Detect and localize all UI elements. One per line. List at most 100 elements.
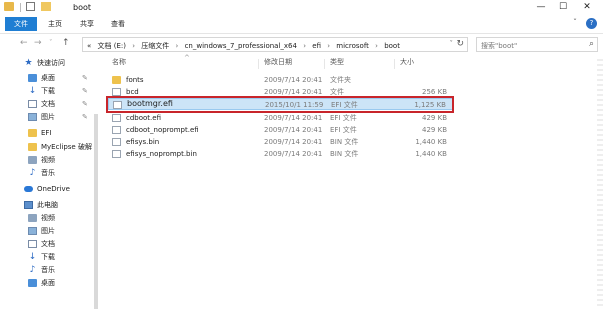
column-header-date[interactable]: 修改日期 — [264, 57, 292, 67]
sidebar-item[interactable]: ↓ 下载 ✎ — [0, 85, 100, 97]
column-divider[interactable] — [324, 59, 325, 69]
table-row[interactable]: efisys.bin 2009/7/14 20:41 BIN 文件 1,440 KB — [108, 136, 453, 148]
column-divider[interactable] — [258, 59, 259, 69]
address-bar[interactable]: « 文档 (E:) › 压缩文件 › cn_windows_7_professi… — [82, 37, 468, 52]
cloud-icon — [24, 186, 33, 192]
file-name: cdboot.efi — [126, 114, 161, 122]
new-folder-icon[interactable] — [41, 2, 51, 11]
back-button[interactable]: ← — [20, 38, 28, 48]
document-icon — [28, 240, 37, 248]
search-placeholder: 搜索"boot" — [481, 42, 518, 50]
sidebar-item-label: EFI — [41, 129, 52, 137]
column-divider[interactable] — [394, 59, 395, 69]
breadcrumb-drive-e[interactable]: 文档 (E:) — [98, 42, 126, 50]
sidebar-item[interactable]: 桌面 ✎ — [0, 72, 100, 84]
tab-file[interactable]: 文件 — [5, 17, 37, 31]
breadcrumb-separator[interactable]: › — [375, 42, 378, 50]
address-dropdown-icon[interactable]: ˇ — [450, 40, 454, 48]
breadcrumb-win7[interactable]: cn_windows_7_professional_x64 — [185, 42, 297, 50]
sidebar-item[interactable]: ↓ 下载 — [0, 251, 100, 263]
sidebar-item[interactable]: EFI — [0, 127, 100, 139]
pin-icon: ✎ — [82, 87, 88, 95]
table-row[interactable]: cdboot_noprompt.efi 2009/7/14 20:41 EFI 文件… — [108, 124, 453, 136]
sidebar-item-label: MyEclipse 破解 — [41, 143, 92, 151]
properties-icon[interactable] — [26, 2, 35, 11]
star-icon: ★ — [24, 58, 33, 68]
sidebar-item[interactable]: 图片 ✎ — [0, 111, 100, 123]
sidebar-item[interactable]: 文档 — [0, 238, 100, 250]
file-icon — [112, 126, 121, 134]
column-header-name[interactable]: 名称 — [112, 57, 126, 67]
folder-icon — [28, 129, 37, 137]
music-icon: ♪ — [29, 265, 36, 275]
title-bar: boot — ☐ ✕ — [0, 0, 603, 17]
sidebar-item-label: 桌面 — [41, 279, 55, 287]
tab-home[interactable]: 主页 — [48, 17, 62, 31]
sort-indicator-icon: ^ — [184, 54, 190, 62]
sidebar-item[interactable]: MyEclipse 破解 — [0, 141, 100, 153]
help-icon[interactable]: ? — [586, 18, 597, 29]
breadcrumb-overflow[interactable]: « — [87, 42, 91, 50]
search-icon[interactable]: ⌕ — [589, 39, 594, 49]
pin-icon: ✎ — [82, 113, 88, 121]
sidebar-item-label: 文档 — [41, 100, 55, 108]
search-input[interactable]: 搜索"boot" ⌕ — [476, 37, 598, 52]
sidebar-item[interactable]: 此电脑 — [0, 199, 100, 211]
file-icon — [112, 88, 121, 96]
file-date: 2009/7/14 20:41 — [264, 114, 323, 122]
breadcrumb-separator[interactable]: › — [132, 42, 135, 50]
sidebar-item-label: 下载 — [41, 87, 55, 95]
pc-icon — [24, 201, 33, 209]
file-icon — [112, 138, 121, 146]
breadcrumb-separator[interactable]: › — [303, 42, 306, 50]
sidebar-item[interactable]: OneDrive — [0, 183, 100, 195]
column-header-size[interactable]: 大小 — [400, 57, 414, 67]
sidebar-item[interactable]: 视频 — [0, 212, 100, 224]
sidebar-item[interactable]: ♪ 音乐 — [0, 264, 100, 276]
table-row[interactable]: efisys_noprompt.bin 2009/7/14 20:41 BIN 文件… — [108, 148, 453, 160]
recent-locations-button[interactable]: ˇ — [49, 39, 53, 47]
file-date: 2009/7/14 20:41 — [264, 126, 323, 134]
breadcrumb-compressed[interactable]: 压缩文件 — [141, 42, 169, 50]
breadcrumb-separator[interactable]: › — [176, 42, 179, 50]
sidebar-item-label: 视频 — [41, 156, 55, 164]
folder-icon — [112, 76, 121, 84]
file-date: 2009/7/14 20:41 — [264, 76, 323, 84]
close-button[interactable]: ✕ — [576, 0, 598, 15]
forward-button[interactable]: → — [34, 38, 42, 48]
sidebar-item[interactable]: ♪ 音乐 — [0, 167, 100, 179]
sidebar-item[interactable]: 桌面 — [0, 277, 100, 289]
up-button[interactable]: ↑ — [62, 38, 70, 48]
refresh-icon[interactable]: ↻ — [456, 39, 464, 49]
file-name: efisys_noprompt.bin — [126, 150, 197, 158]
desktop-icon — [28, 74, 37, 82]
file-icon — [112, 150, 121, 158]
file-type: BIN 文件 — [330, 150, 359, 158]
ribbon-expand-icon[interactable]: ˇ — [573, 18, 577, 27]
sidebar-item-label: 下载 — [41, 253, 55, 261]
tab-share[interactable]: 共享 — [80, 17, 94, 31]
minimize-button[interactable]: — — [530, 0, 552, 15]
breadcrumb-microsoft[interactable]: microsoft — [336, 42, 369, 50]
ribbon-tabs: 文件 主页 共享 查看 ˇ ? — [0, 17, 603, 33]
sidebar-item[interactable]: ★ 快速访问 — [0, 57, 100, 69]
address-row: ← → ˇ ↑ « 文档 (E:) › 压缩文件 › cn_windows_7_… — [0, 33, 603, 55]
folder-icon — [28, 143, 37, 151]
navigation-pane: ★ 快速访问 桌面 ✎ ↓ 下载 ✎ 文档 ✎ 图片 ✎ EFI MyEclipse 破解 视频 ♪ 音乐 On… — [0, 56, 100, 309]
maximize-button[interactable]: ☐ — [552, 0, 574, 15]
sidebar-item-label: 音乐 — [41, 169, 55, 177]
file-type: EFI 文件 — [330, 114, 357, 122]
breadcrumb-separator[interactable]: › — [327, 42, 330, 50]
breadcrumb-efi[interactable]: efi — [312, 42, 321, 50]
sidebar-item[interactable]: 文档 ✎ — [0, 98, 100, 110]
tab-view[interactable]: 查看 — [111, 17, 125, 31]
table-row[interactable]: cdboot.efi 2009/7/14 20:41 EFI 文件 429 KB — [108, 112, 453, 124]
picture-icon — [28, 227, 37, 235]
nav-scrollbar[interactable] — [94, 114, 98, 309]
sidebar-item-label: 桌面 — [41, 74, 55, 82]
breadcrumb-boot[interactable]: boot — [384, 42, 400, 50]
sidebar-item[interactable]: 图片 — [0, 225, 100, 237]
table-row[interactable]: fonts 2009/7/14 20:41 文件夹 — [108, 74, 453, 86]
sidebar-item[interactable]: 视频 — [0, 154, 100, 166]
column-header-type[interactable]: 类型 — [330, 57, 344, 67]
